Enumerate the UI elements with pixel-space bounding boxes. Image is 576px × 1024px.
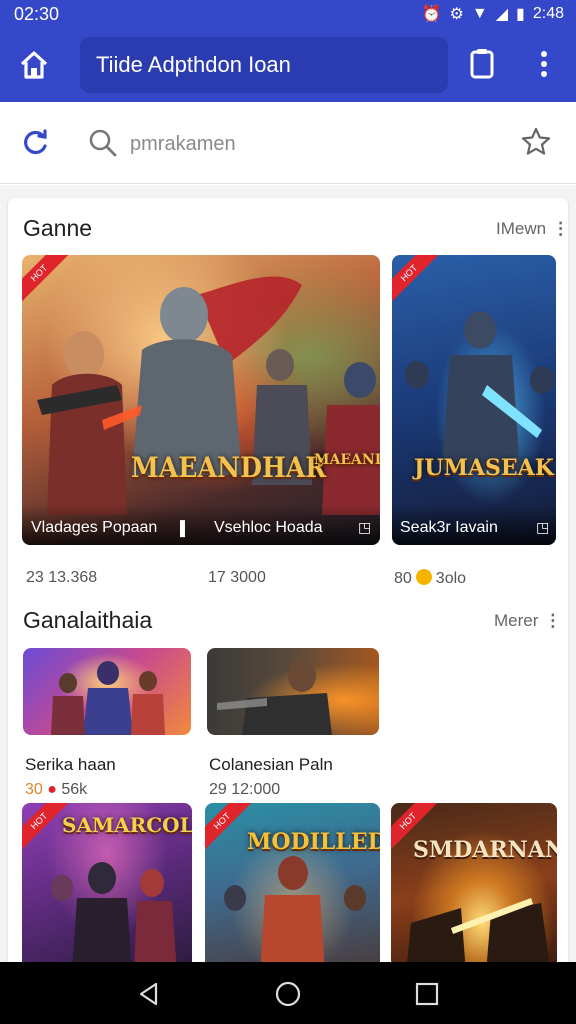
- refresh-icon: [24, 129, 47, 155]
- battery-icon: ▮: [516, 6, 525, 23]
- overflow-menu-button[interactable]: [532, 46, 556, 82]
- app-title-bar[interactable]: Tiide Adpthdon Ioan: [80, 37, 448, 93]
- refresh-button[interactable]: [22, 128, 50, 156]
- game-stats: 17 3000: [208, 569, 266, 586]
- characters-illustration: [37, 276, 380, 515]
- bookmark-icon[interactable]: ◳: [536, 519, 549, 536]
- section-title: Ganalaithaia: [23, 607, 153, 633]
- search-icon: [89, 129, 117, 157]
- game-logo: JUMASEAK: [414, 455, 554, 481]
- game-logo-small: MAEANDHAR: [314, 452, 380, 468]
- game-logo: MAEANDHAR: [130, 451, 327, 484]
- favorite-button[interactable]: [520, 126, 552, 158]
- hero-illustration: [405, 311, 554, 470]
- game-stats: 80 3olo: [394, 569, 467, 587]
- star-icon: [521, 127, 551, 155]
- game-tile[interactable]: [207, 648, 379, 735]
- characters-illustration: [407, 898, 550, 962]
- game-tile[interactable]: HOT SMDARNAN: [391, 803, 557, 962]
- status-time: 02:30: [14, 4, 60, 24]
- game-tile[interactable]: [23, 648, 191, 735]
- section-more-link[interactable]: Merer ⋮: [494, 611, 561, 631]
- status-time-right: 2:48: [532, 5, 564, 22]
- more-vert-icon: [541, 51, 547, 77]
- game-stats: 23 13.368: [26, 569, 98, 586]
- characters-illustration: [51, 661, 165, 735]
- game-stats: 30 ● 56k: [25, 781, 88, 798]
- game-caption: Vsehloc Hoada: [214, 519, 323, 536]
- bookmark-icon[interactable]: ▌: [180, 520, 190, 536]
- hero-illustration: [217, 660, 332, 735]
- recents-button[interactable]: [415, 982, 439, 1006]
- clipboard-icon: [470, 49, 494, 79]
- home-circle-icon: [275, 981, 301, 1007]
- game-tile[interactable]: HOT SAMARCOLA: [22, 803, 192, 962]
- item-title: Serika haan: [25, 755, 116, 774]
- game-tile[interactable]: HOT JUMASEAK Seak3r Iavain ◳: [392, 255, 556, 545]
- status-icons: ⏰ ⚙ ▼ ◢ ▮ 2:48: [422, 4, 564, 24]
- signal-icon: ◢: [495, 6, 509, 23]
- feed-card: Ganne IMewn⋮ HOT MAEANDHAR MAEANDHAR: [8, 198, 569, 962]
- game-logo: SMDARNAN: [413, 837, 557, 863]
- item-title: Colanesian Paln: [209, 755, 333, 774]
- home-icon: [20, 51, 48, 79]
- system-nav-bar: [0, 962, 576, 1024]
- emoji-icon: [415, 569, 432, 585]
- wifi-icon: ▼: [471, 5, 488, 22]
- section-more-link[interactable]: IMewn ⋮: [496, 219, 569, 239]
- app-title: Tiide Adpthdon Ioan: [96, 52, 291, 77]
- game-caption: Seak3r Iavain: [400, 519, 498, 536]
- content-area: Ganne IMewn⋮ HOT MAEANDHAR MAEANDHAR: [0, 185, 576, 962]
- fire-icon: ●: [47, 781, 57, 798]
- back-icon: [139, 982, 158, 1006]
- game-logo: SAMARCOLA: [62, 813, 192, 837]
- search-input[interactable]: [130, 128, 470, 160]
- game-tile[interactable]: HOT MODILLED: [205, 803, 380, 962]
- game-logo: MODILLED: [247, 829, 380, 855]
- search-field[interactable]: [88, 124, 488, 164]
- recents-icon: [415, 982, 439, 1006]
- game-caption: Vladages Popaan: [31, 519, 158, 536]
- settings-icon: ⚙: [449, 6, 464, 23]
- alarm-icon: ⏰: [421, 6, 442, 23]
- clipboard-button[interactable]: [468, 47, 496, 81]
- section-title: Ganne: [23, 215, 93, 241]
- back-button[interactable]: [136, 981, 162, 1007]
- home-button[interactable]: [16, 48, 52, 82]
- status-bar: 02:30 ⏰ ⚙ ▼ ◢ ▮ 2:48: [0, 0, 576, 28]
- app-bar: Tiide Adpthdon Ioan: [0, 28, 576, 102]
- game-tile[interactable]: HOT MAEANDHAR MAEANDHAR Vladages Popaan …: [22, 255, 380, 545]
- search-row: [0, 102, 576, 184]
- characters-illustration: [224, 856, 366, 962]
- home-nav-button[interactable]: [275, 981, 301, 1007]
- game-stats: 29 12:000: [209, 781, 281, 798]
- bookmark-icon[interactable]: ◳: [358, 519, 371, 536]
